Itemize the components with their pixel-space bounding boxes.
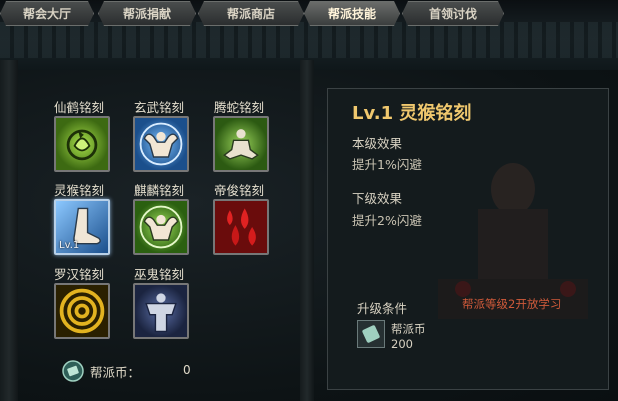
tab-guild-skills[interactable]: 帮派技能: [304, 1, 400, 26]
guild-coin-display: 帮派币：: [62, 360, 140, 382]
guild-coin-value: 0: [183, 363, 191, 377]
requirement-item-amount: 200: [391, 337, 413, 351]
center-pillar: [300, 60, 314, 401]
tab-guild-donation[interactable]: 帮派捐献: [98, 1, 196, 26]
tab-bar: 帮会大厅 帮派捐献 帮派商店 帮派技能 首领讨伐: [0, 0, 618, 26]
undead-warrior-icon: [135, 285, 187, 337]
skill-level-badge: Lv.1: [59, 240, 80, 251]
left-pillar: [0, 60, 18, 401]
skill-label-linghou: 灵猴铭刻: [54, 183, 105, 198]
skill-linghou-button[interactable]: Lv.1: [54, 199, 110, 255]
meditating-man-icon: [215, 118, 267, 170]
current-effect-heading: 本级效果: [352, 136, 403, 151]
skill-label-wugui: 巫鬼铭刻: [134, 267, 185, 282]
next-effect-text: 提升2%闪避: [352, 213, 422, 228]
tab-guild-shop[interactable]: 帮派商店: [198, 1, 304, 26]
guild-coin-label: 帮派币：: [90, 364, 141, 380]
skill-xuanwu-button[interactable]: [133, 116, 189, 172]
skill-label-tengshe: 腾蛇铭刻: [214, 100, 265, 115]
skill-wugui-button[interactable]: [133, 283, 189, 339]
current-effect-text: 提升1%闪避: [352, 157, 422, 172]
crane-icon: [56, 118, 108, 170]
guild-coin-icon: [62, 360, 84, 382]
skill-crane-button[interactable]: [54, 116, 110, 172]
requirement-item-slot: [357, 320, 385, 348]
requirement-item-name: 帮派币: [391, 322, 426, 336]
spiral-icon: [56, 285, 108, 337]
skill-dijun-button[interactable]: [213, 199, 269, 255]
next-effect-heading: 下级效果: [352, 191, 403, 206]
roof-tiles: [0, 22, 618, 58]
guild-coin-icon: [362, 325, 380, 343]
tab-boss-crusade[interactable]: 首领讨伐: [402, 1, 504, 26]
skill-tengshe-button[interactable]: [213, 116, 269, 172]
skill-label-luohan: 罗汉铭刻: [54, 267, 105, 282]
muscle-man-icon: [135, 118, 187, 170]
skill-qilin-button[interactable]: [133, 199, 189, 255]
skill-label-qilin: 麒麟铭刻: [134, 183, 185, 198]
skill-luohan-button[interactable]: [54, 283, 110, 339]
tab-guild-hall[interactable]: 帮会大厅: [0, 1, 94, 26]
skill-label-dijun: 帝俊铭刻: [214, 183, 265, 198]
upgrade-condition-heading: 升级条件: [357, 301, 408, 316]
skill-detail-title: Lv.1 灵猴铭刻: [352, 103, 472, 124]
skill-label-xuanwu: 玄武铭刻: [134, 100, 185, 115]
skill-label-crane: 仙鹤铭刻: [54, 100, 105, 115]
blood-drops-icon: [215, 201, 267, 253]
upgrade-requirement-note: 帮派等级2开放学习: [462, 297, 562, 311]
muscle-man-icon: [135, 201, 187, 253]
